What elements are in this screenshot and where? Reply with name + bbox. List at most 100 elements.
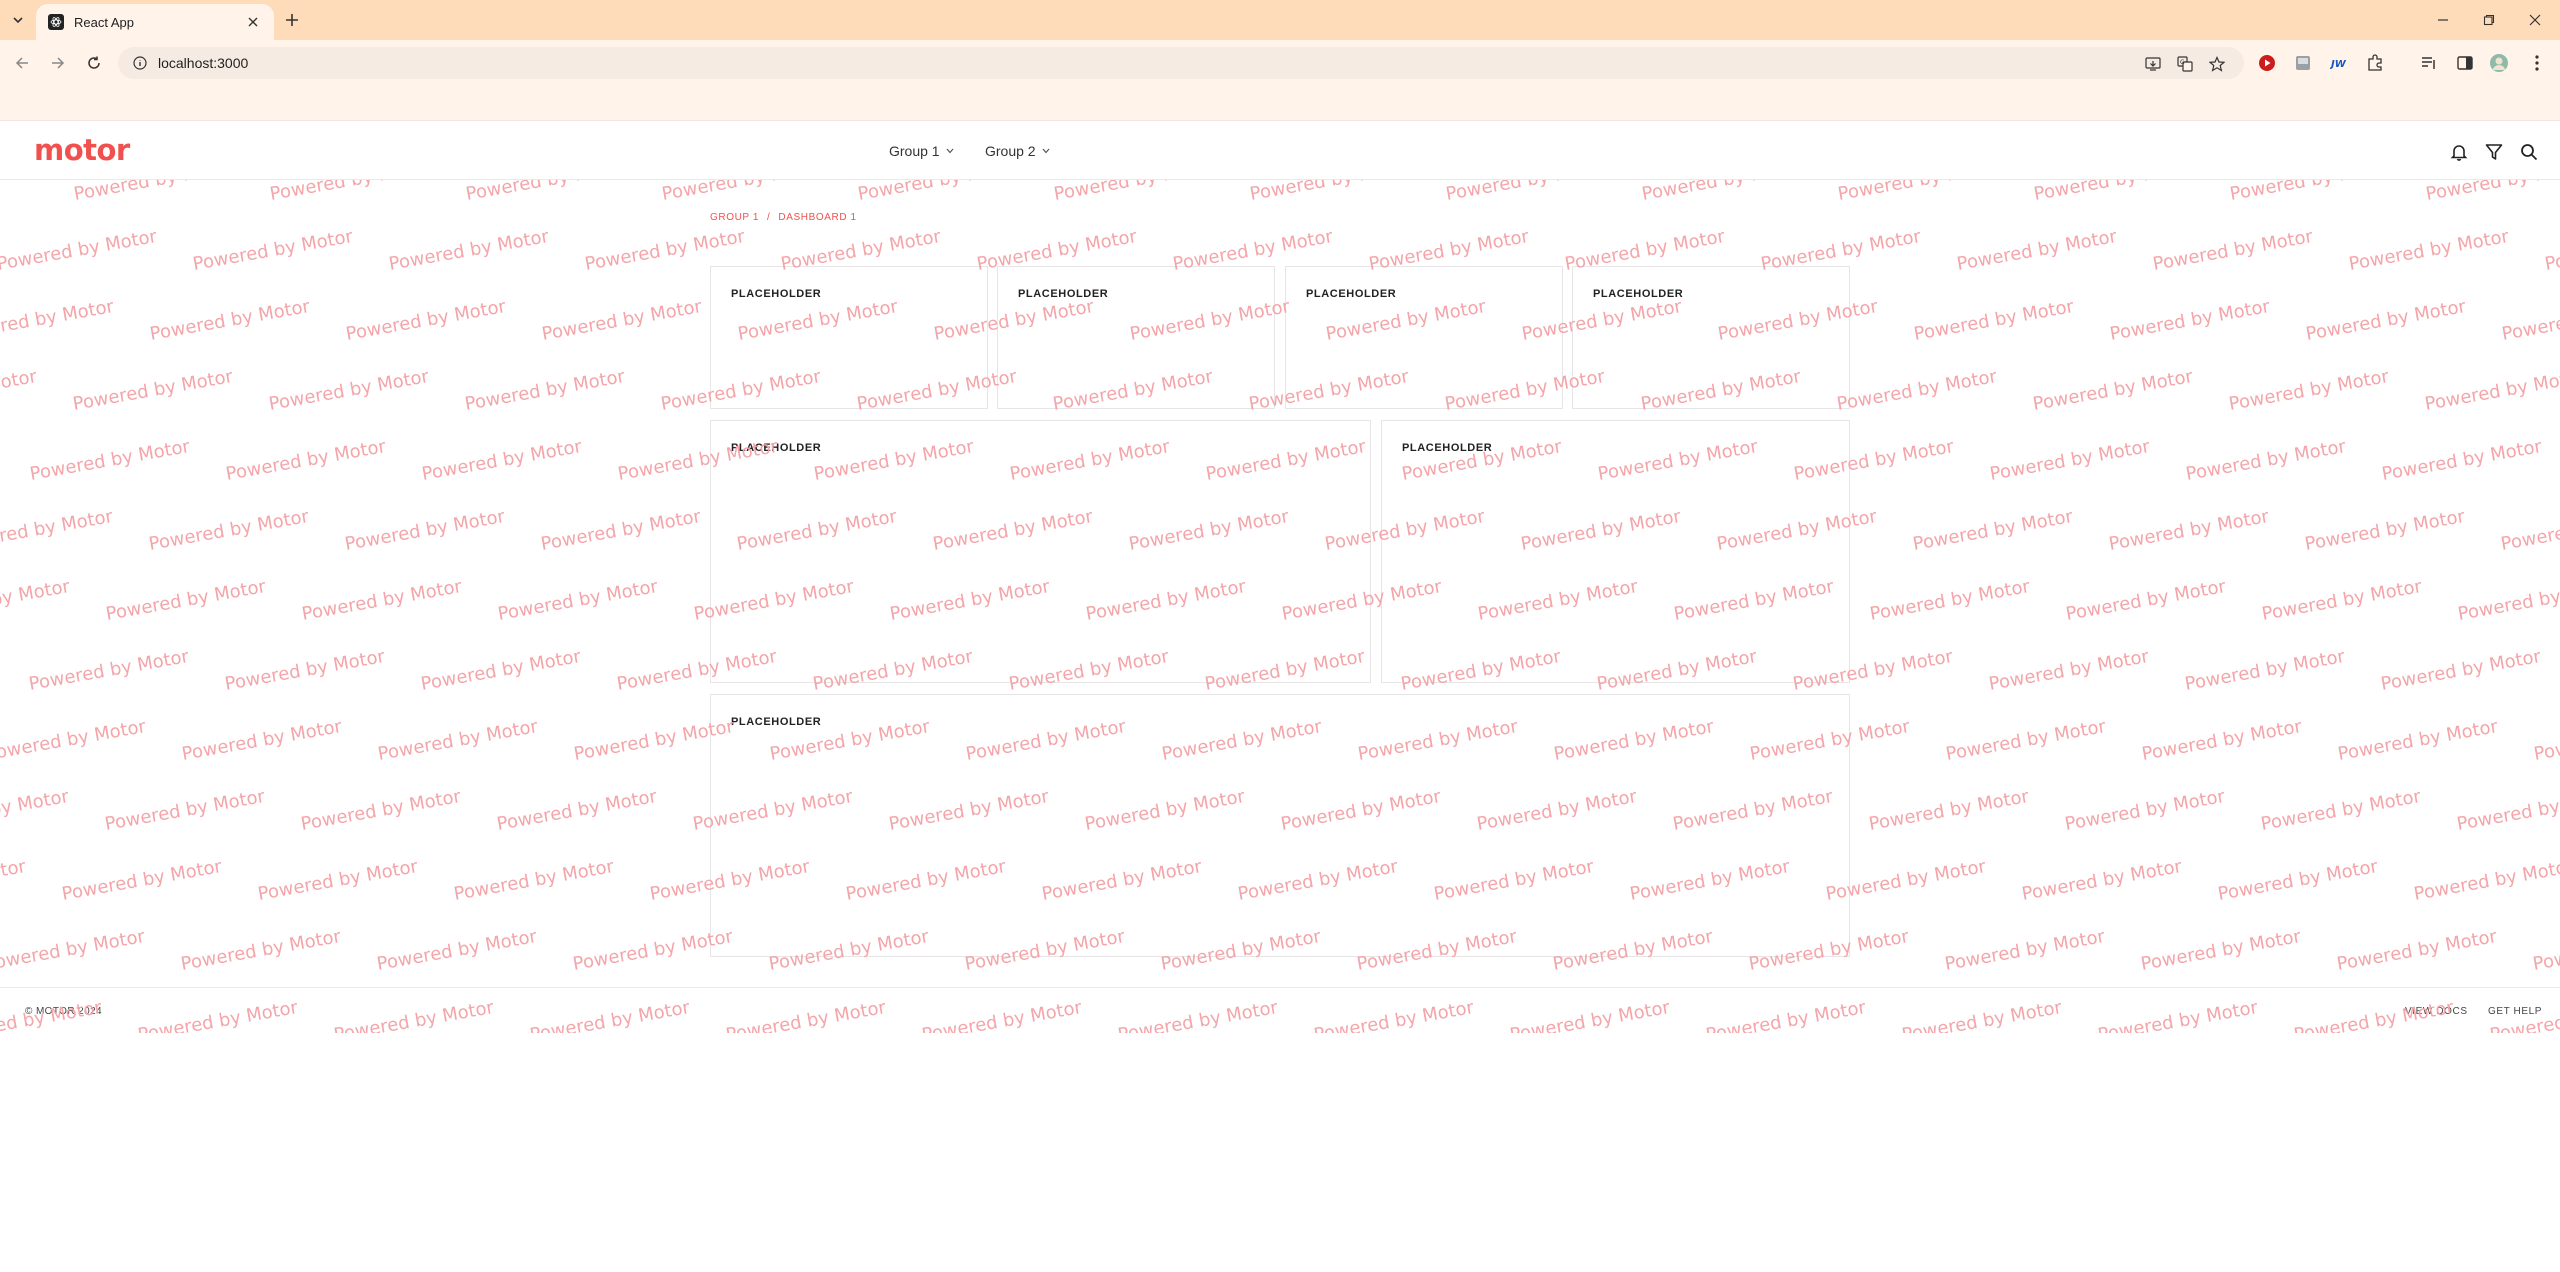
placeholder-card-1: PLACEHOLDER xyxy=(710,266,988,409)
placeholder-card-2: PLACEHOLDER xyxy=(997,266,1275,409)
extension-image-icon[interactable] xyxy=(2292,52,2314,74)
translate-icon[interactable]: G xyxy=(2176,55,2194,73)
watermark-text: Powered by Motor xyxy=(0,180,40,205)
minimize-icon[interactable] xyxy=(2420,4,2466,36)
watermark-text: Powered by Motor xyxy=(2108,296,2272,345)
watermark-text: Powered by Motor xyxy=(1911,506,2075,555)
watermark-text: Powered by Motor xyxy=(104,576,268,625)
more-menu-icon[interactable] xyxy=(2526,52,2548,74)
watermark-text: Powered by Motor xyxy=(2499,506,2560,555)
watermark-text: Powered by Motor xyxy=(2151,226,2315,275)
breadcrumb-separator: / xyxy=(767,212,771,223)
placeholder-card-6: PLACEHOLDER xyxy=(1381,420,1850,683)
watermark-text: Powered by Motor xyxy=(1943,926,2107,975)
watermark-text: Powered by Motor xyxy=(2031,366,2195,415)
dashboard-content: GROUP 1 / DASHBOARD 1 PLACEHOLDER PLACEHOL… xyxy=(0,180,2560,987)
watermark-text: Powered by Motor xyxy=(1955,226,2119,275)
reading-list-icon[interactable] xyxy=(2418,52,2440,74)
nav-group-1-label: Group 1 xyxy=(889,143,940,159)
get-help-link[interactable]: GET HELP xyxy=(2488,1006,2542,1017)
watermark-text: Powered by Motor xyxy=(1867,786,2031,835)
watermark-text: Powered by Motor xyxy=(28,436,192,485)
watermark-text: Powered by Motor xyxy=(2379,646,2543,695)
watermark-text: Powered by Motor xyxy=(2096,997,2260,1033)
site-info-icon[interactable] xyxy=(132,55,148,71)
watermark-text: Powered by Motor xyxy=(1944,716,2108,765)
watermark-text: Powered by Motor xyxy=(299,786,463,835)
watermark-text: Powered by Motor xyxy=(71,366,235,415)
back-icon[interactable] xyxy=(10,51,34,75)
watermark-text: Powered by Motor xyxy=(2456,576,2560,625)
app-header: motor Group 1 Group 2 xyxy=(0,120,2560,180)
watermark-text: Powered by Motor xyxy=(420,436,584,485)
placeholder-card-5: PLACEHOLDER xyxy=(710,420,1371,683)
breadcrumb-dashboard[interactable]: DASHBOARD 1 xyxy=(778,212,856,223)
view-docs-link[interactable]: VIEW DOCS xyxy=(2405,1006,2468,1017)
star-icon[interactable] xyxy=(2208,55,2226,73)
nav-group-1[interactable]: Group 1 xyxy=(889,143,954,159)
plus-icon[interactable] xyxy=(280,8,304,32)
watermark-text: Powered by Motor xyxy=(496,576,660,625)
reload-icon[interactable] xyxy=(82,51,106,75)
profile-avatar-icon[interactable] xyxy=(2488,52,2510,74)
watermark-text: Powered by Motor xyxy=(2543,226,2560,275)
watermark-text: Powered by Motor xyxy=(332,997,496,1033)
extensions-puzzle-icon[interactable] xyxy=(2364,52,2386,74)
watermark-text: Powered by Motor xyxy=(2335,926,2499,975)
filter-icon[interactable] xyxy=(2483,141,2505,163)
watermark-text: Powered by Motor xyxy=(147,506,311,555)
watermark-text: Powered by Motor xyxy=(2531,926,2560,975)
breadcrumb: GROUP 1 / DASHBOARD 1 xyxy=(710,212,857,223)
watermark-text: Powered by Motor xyxy=(224,436,388,485)
watermark-text: Powered by Motor xyxy=(1900,997,2064,1033)
watermark-text: Powered by Motor xyxy=(1116,997,1280,1033)
watermark-text: Powered by Motor xyxy=(2380,436,2544,485)
motor-logo[interactable]: motor xyxy=(34,133,130,167)
watermark-text: Powered by Motor xyxy=(343,506,507,555)
watermark-text: Powered by Motor xyxy=(452,856,616,905)
watermark-text: Powered by Motor xyxy=(387,226,551,275)
placeholder-card-3: PLACEHOLDER xyxy=(1285,266,1563,409)
active-tab[interactable]: React App xyxy=(36,4,274,40)
react-favicon-icon xyxy=(48,14,64,30)
watermark-text: Powered by Motor xyxy=(2423,366,2560,415)
watermark-text: Powered by Motor xyxy=(2183,646,2347,695)
watermark-text: Powered by Motor xyxy=(136,997,300,1033)
watermark-text: Powered by Motor xyxy=(1868,576,2032,625)
footer-copyright: © MOTOR 2024 xyxy=(25,1006,103,1017)
watermark-text: Powered by Motor xyxy=(539,506,703,555)
search-icon[interactable] xyxy=(2518,141,2540,163)
watermark-text: Powered by Motor xyxy=(724,997,888,1033)
watermark-text: Powered by Motor xyxy=(2228,180,2392,205)
card-title: PLACEHOLDER xyxy=(1306,288,1397,300)
card-title: PLACEHOLDER xyxy=(1402,442,1493,454)
watermark-text: Powered by Motor xyxy=(419,646,583,695)
watermark-text: Powered by Motor xyxy=(2020,856,2184,905)
watermark-text: Powered by Motor xyxy=(464,180,628,205)
watermark-text: Powered by Motor xyxy=(2260,576,2424,625)
watermark-text: Powered by Motor xyxy=(344,296,508,345)
nav-group-2[interactable]: Group 2 xyxy=(985,143,1050,159)
tab-title: React App xyxy=(74,14,134,30)
extension-youtube-icon[interactable] xyxy=(2256,52,2278,74)
bell-icon[interactable] xyxy=(2448,141,2470,163)
install-app-icon[interactable] xyxy=(2144,55,2162,73)
side-panel-icon[interactable] xyxy=(2454,52,2476,74)
breadcrumb-group[interactable]: GROUP 1 xyxy=(710,212,759,223)
restore-icon[interactable] xyxy=(2466,4,2512,36)
watermark-text: Powered by Motor xyxy=(0,506,115,555)
watermark-text: Powered by Motor xyxy=(1444,180,1608,205)
placeholder-card-7: PLACEHOLDER xyxy=(710,694,1850,957)
watermark-text: Powered by Motor xyxy=(1052,180,1216,205)
close-icon[interactable] xyxy=(244,13,262,31)
watermark-text: Powered by Motor xyxy=(1988,436,2152,485)
forward-icon[interactable] xyxy=(46,51,70,75)
watermark-text: Powered by Motor xyxy=(1912,296,2076,345)
card-title: PLACEHOLDER xyxy=(1593,288,1684,300)
extension-script-icon[interactable]: JW xyxy=(2328,52,2350,74)
close-window-icon[interactable] xyxy=(2512,4,2558,36)
tab-list-icon[interactable] xyxy=(6,8,30,32)
watermark-text: Powered by Motor xyxy=(920,997,1084,1033)
watermark-text: Powered by Motor xyxy=(2184,436,2348,485)
address-bar[interactable]: localhost:3000 xyxy=(118,47,2244,79)
